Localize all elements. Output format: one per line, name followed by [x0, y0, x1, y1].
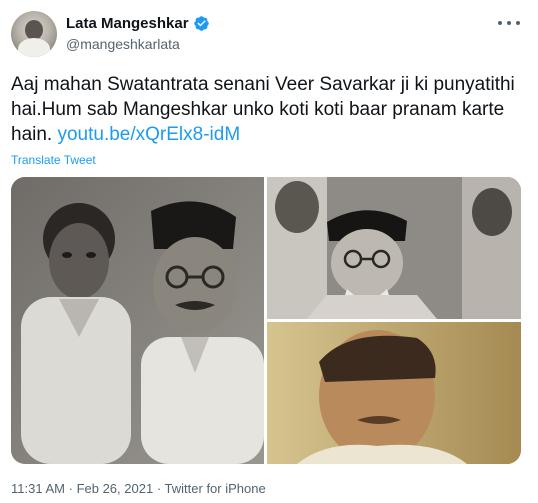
- avatar[interactable]: [11, 11, 57, 57]
- translate-tweet-link[interactable]: Translate Tweet: [11, 153, 96, 167]
- more-options-icon[interactable]: [498, 15, 520, 31]
- author-display-name[interactable]: Lata Mangeshkar: [66, 15, 189, 32]
- tweet-text: Aaj mahan Swatantrata senani Veer Savark…: [11, 72, 526, 147]
- meta-separator: ·: [156, 481, 162, 496]
- meta-separator: ·: [68, 481, 73, 496]
- tweet-card[interactable]: Lata Mangeshkar @mangeshkarlata Aaj maha…: [0, 0, 538, 503]
- tweet-link[interactable]: youtu.be/xQrElx8-idM: [57, 124, 240, 145]
- photo-main-image: [11, 177, 264, 464]
- tweet-time[interactable]: 11:31 AM: [11, 481, 65, 496]
- photo-top-right-image: [267, 177, 521, 319]
- photo-top-right[interactable]: [267, 177, 521, 319]
- tweet-date[interactable]: Feb 26, 2021: [77, 481, 154, 496]
- photo-bottom-right[interactable]: [267, 322, 521, 464]
- author-name-row[interactable]: Lata Mangeshkar: [66, 15, 210, 32]
- verified-badge-icon: [193, 15, 210, 32]
- media-grid[interactable]: [11, 177, 521, 464]
- tweet-source[interactable]: Twitter for iPhone: [165, 481, 266, 496]
- photo-main[interactable]: [11, 177, 264, 464]
- photo-bottom-right-image: [267, 322, 521, 464]
- tweet-meta: 11:31 AM · Feb 26, 2021 · Twitter for iP…: [11, 481, 266, 496]
- author-handle[interactable]: @mangeshkarlata: [66, 36, 180, 52]
